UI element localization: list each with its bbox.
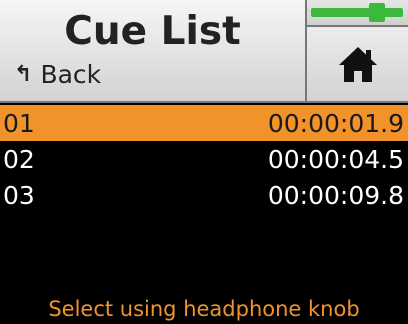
- level-meter-bar: [311, 8, 403, 17]
- right-panel: [305, 0, 408, 101]
- cue-time: 00:00:01.9: [267, 108, 404, 138]
- back-arrow-icon: ↰: [14, 62, 33, 87]
- cue-row[interactable]: 02 00:00:04.5: [0, 141, 408, 177]
- back-button[interactable]: ↰ Back: [14, 60, 101, 90]
- level-meter: [307, 0, 408, 27]
- cue-list: 01 00:00:01.9 02 00:00:04.5 03 00:00:09.…: [0, 105, 408, 213]
- cue-list-screen: Cue List ↰ Back 01 00:00:01.9 02 00:00:0…: [0, 0, 408, 324]
- cue-time: 00:00:09.8: [267, 180, 404, 210]
- cue-number: 03: [3, 180, 35, 210]
- cue-row[interactable]: 03 00:00:09.8: [0, 177, 408, 213]
- header-bar: Cue List ↰ Back: [0, 0, 408, 103]
- cue-row[interactable]: 01 00:00:01.9: [0, 105, 408, 141]
- level-meter-peak: [369, 3, 385, 22]
- home-icon: [338, 47, 377, 82]
- footer-hint: Select using headphone knob: [48, 297, 360, 321]
- cue-number: 02: [3, 144, 35, 174]
- cue-time: 00:00:04.5: [267, 144, 404, 174]
- cue-number: 01: [3, 108, 35, 138]
- page-title: Cue List: [64, 9, 241, 54]
- back-label: Back: [40, 60, 102, 89]
- home-button[interactable]: [307, 27, 408, 101]
